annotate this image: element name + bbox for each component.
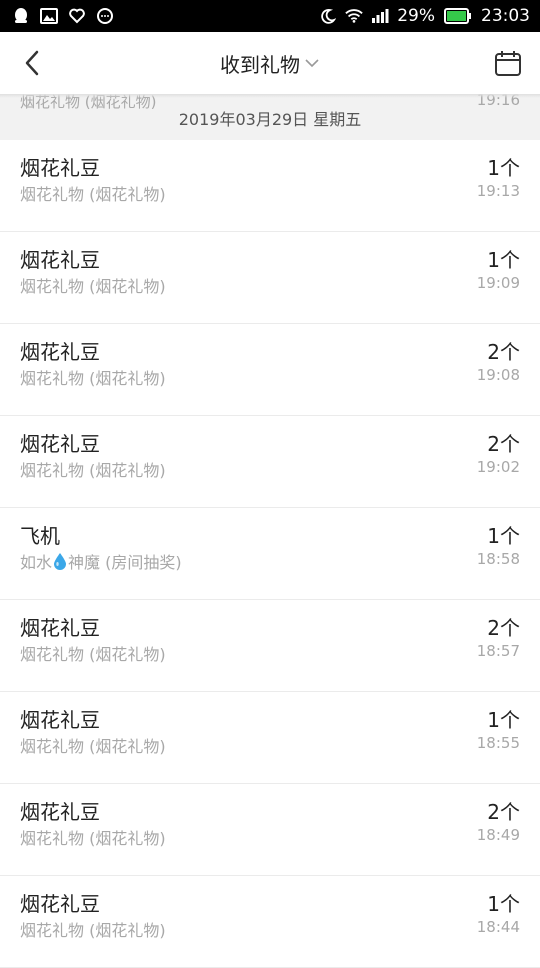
gift-count: 2个 bbox=[487, 432, 520, 456]
gift-name: 烟花礼豆 bbox=[20, 616, 100, 640]
heart-shield-icon bbox=[68, 7, 86, 25]
gift-source: 烟花礼物 (烟花礼物) bbox=[20, 461, 166, 480]
date-header: 2019年03月29日 星期五 bbox=[178, 110, 362, 129]
signal-icon bbox=[371, 7, 389, 25]
sender-name-suffix: 神魔 (房间抽奖) bbox=[68, 553, 182, 572]
app-header: 收到礼物 bbox=[0, 32, 540, 94]
gift-name: 烟花礼豆 bbox=[20, 340, 100, 364]
list-item[interactable]: 烟花礼豆 烟花礼物 (烟花礼物) 1个 19:09 bbox=[0, 232, 540, 324]
gift-count: 1个 bbox=[487, 248, 520, 272]
gift-source: 烟花礼物 (烟花礼物) bbox=[20, 921, 166, 940]
page-title: 收到礼物 bbox=[220, 52, 300, 77]
wifi-icon bbox=[345, 7, 363, 25]
battery-icon bbox=[443, 7, 473, 25]
gift-count: 2个 bbox=[487, 800, 520, 824]
gift-time: 18:55 bbox=[476, 734, 520, 752]
gift-time: 19:13 bbox=[476, 182, 520, 200]
gift-count: 1个 bbox=[487, 708, 520, 732]
gift-time: 18:44 bbox=[476, 918, 520, 936]
gift-name: 烟花礼豆 bbox=[20, 156, 100, 180]
list-item[interactable]: 烟花礼豆 烟花礼物 (烟花礼物) 2个 19:02 bbox=[0, 416, 540, 508]
gift-source: 烟花礼物 (烟花礼物) bbox=[20, 829, 166, 848]
sender-name-prefix: 如水 bbox=[20, 553, 53, 572]
gift-count: 1个 bbox=[487, 156, 520, 180]
gift-name: 飞机 bbox=[20, 524, 60, 548]
gift-source: 烟花礼物 (烟花礼物) bbox=[20, 645, 166, 664]
gift-count: 1个 bbox=[487, 892, 520, 916]
moon-icon bbox=[319, 7, 337, 25]
gift-source: 如水 神魔 (房间抽奖) bbox=[20, 549, 182, 573]
list-item[interactable]: 烟花礼豆 烟花礼物 (烟花礼物) 2个 18:57 bbox=[0, 600, 540, 692]
gift-time: 19:02 bbox=[476, 458, 520, 476]
gift-time: 18:57 bbox=[476, 642, 520, 660]
gift-time: 18:58 bbox=[476, 550, 520, 568]
gift-name: 烟花礼豆 bbox=[20, 432, 100, 456]
chevron-down-icon bbox=[305, 59, 319, 68]
gift-time: 18:49 bbox=[476, 826, 520, 844]
gift-count: 1个 bbox=[487, 524, 520, 548]
list-item[interactable]: 烟花礼豆 烟花礼物 (烟花礼物) 1个 19:13 bbox=[0, 140, 540, 232]
image-icon bbox=[40, 7, 58, 25]
status-bar-right: 29% 23:03 bbox=[319, 6, 540, 26]
gift-time: 19:09 bbox=[476, 274, 520, 292]
gift-source: 烟花礼物 (烟花礼物) bbox=[20, 185, 166, 204]
gift-count: 2个 bbox=[487, 340, 520, 364]
gift-name: 烟花礼豆 bbox=[20, 248, 100, 272]
gift-name: 烟花礼豆 bbox=[20, 708, 100, 732]
gift-source: 烟花礼物 (烟花礼物) bbox=[20, 277, 166, 296]
status-bar: 29% 23:03 bbox=[0, 0, 540, 32]
title-dropdown[interactable]: 收到礼物 bbox=[0, 32, 540, 94]
clock: 23:03 bbox=[481, 6, 530, 26]
list-item[interactable]: 烟花礼豆 烟花礼物 (烟花礼物) 1个 18:55 bbox=[0, 692, 540, 784]
gift-source: 烟花礼物 (烟花礼物) bbox=[20, 737, 166, 756]
list-item[interactable]: 飞机 如水 神魔 (房间抽奖) 1个 18:58 bbox=[0, 508, 540, 600]
gift-name: 烟花礼豆 bbox=[20, 892, 100, 916]
gift-name: 烟花礼豆 bbox=[20, 800, 100, 824]
gift-count: 2个 bbox=[487, 616, 520, 640]
gift-time: 19:08 bbox=[476, 366, 520, 384]
chat-bubble-icon bbox=[96, 7, 114, 25]
sticky-date-section: 烟花礼物 (烟花礼物) 19:16 2019年03月29日 星期五 bbox=[0, 94, 540, 140]
header-divider bbox=[0, 94, 540, 98]
list-item[interactable]: 烟花礼豆 烟花礼物 (烟花礼物) 2个 19:08 bbox=[0, 324, 540, 416]
calendar-button[interactable] bbox=[492, 47, 524, 79]
battery-percent: 29% bbox=[397, 6, 435, 26]
qq-icon bbox=[12, 7, 30, 25]
calendar-icon bbox=[495, 51, 521, 76]
gift-source: 烟花礼物 (烟花礼物) bbox=[20, 369, 166, 388]
list-item[interactable]: 烟花礼豆 烟花礼物 (烟花礼物) 1个 18:44 bbox=[0, 876, 540, 968]
gift-list: 烟花礼豆 烟花礼物 (烟花礼物) 1个 19:13 烟花礼豆 烟花礼物 (烟花礼… bbox=[0, 140, 540, 968]
list-item[interactable]: 烟花礼豆 烟花礼物 (烟花礼物) 2个 18:49 bbox=[0, 784, 540, 876]
status-bar-left bbox=[0, 7, 114, 25]
water-drop-icon bbox=[54, 553, 67, 570]
